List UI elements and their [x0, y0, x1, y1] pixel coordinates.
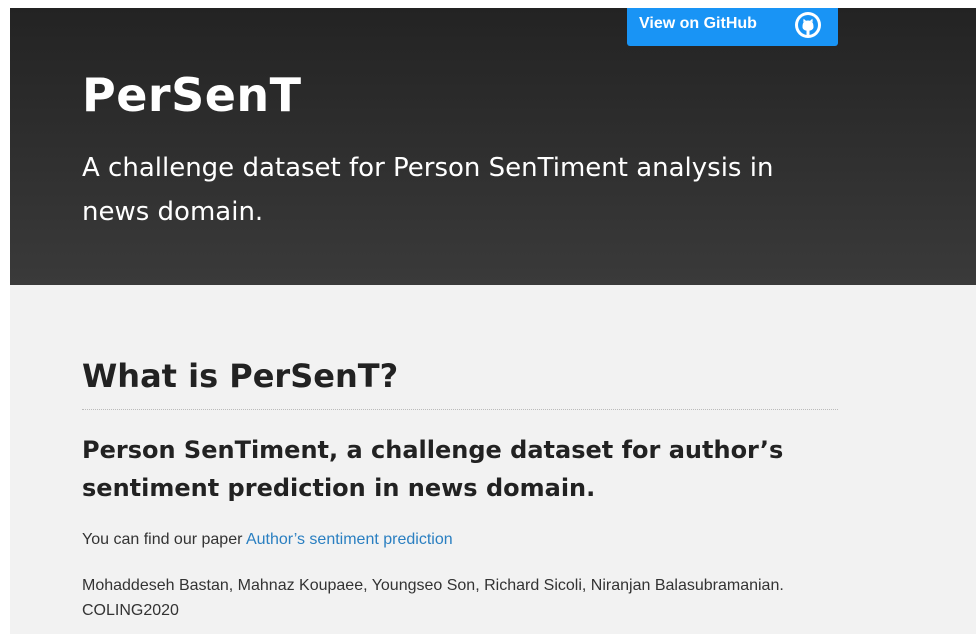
- page: View on GitHub PerSenT A challenge datas…: [10, 8, 976, 634]
- authors-paragraph: Mohaddeseh Bastan, Mahnaz Koupaee, Young…: [82, 577, 784, 619]
- site-description: A challenge dataset for Person SenTiment…: [82, 153, 774, 227]
- view-on-github-button[interactable]: View on GitHub: [627, 8, 838, 46]
- site-title: PerSenT: [82, 68, 302, 122]
- main-content: What is PerSenT? Person SenTiment, a cha…: [10, 285, 976, 634]
- github-button-label: View on GitHub: [639, 15, 757, 32]
- paper-paragraph: You can find our paper Author’s sentimen…: [82, 529, 453, 551]
- section-subheading: Person SenTiment, a challenge dataset fo…: [82, 436, 784, 502]
- paper-link[interactable]: Author’s sentiment prediction: [246, 531, 453, 548]
- paper-prefix: You can find our paper: [82, 531, 243, 548]
- github-octocat-icon: [795, 12, 821, 38]
- site-header: View on GitHub PerSenT A challenge datas…: [10, 8, 976, 285]
- section-heading: What is PerSenT?: [82, 353, 838, 410]
